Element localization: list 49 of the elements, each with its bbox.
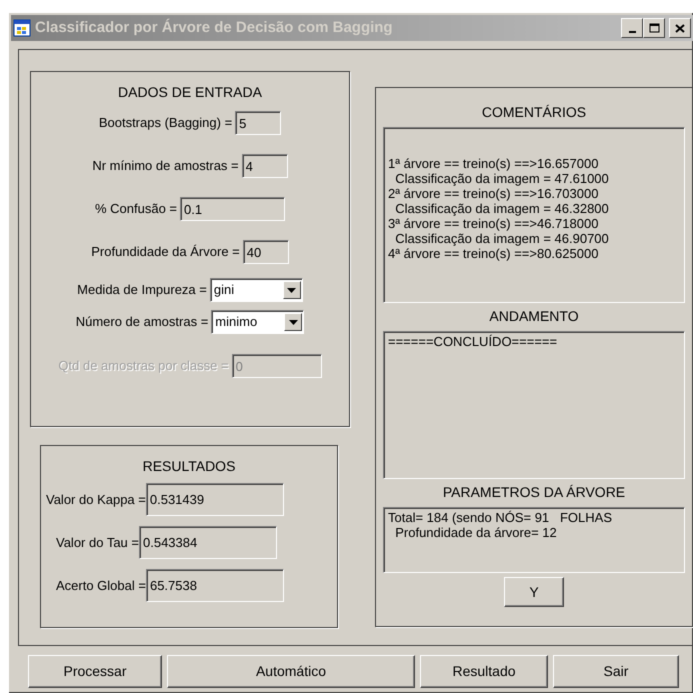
action-button[interactable]: Automático	[167, 655, 415, 688]
group-title: DADOS DE ENTRADA	[118, 83, 262, 102]
action-button[interactable]: Processar	[28, 655, 162, 688]
text-line: ======CONCLUÍDO======	[388, 334, 558, 349]
input-field[interactable]: 4	[242, 154, 288, 178]
text-line: 4ª árvore == treino(s) ==>80.625000	[388, 246, 600, 261]
field-label: Número de amostras =	[76, 313, 208, 332]
field-label: Valor do Kappa =	[46, 490, 146, 509]
field-label: Valor do Tau =	[56, 534, 139, 552]
output-field[interactable]: 0.543384	[139, 526, 277, 559]
input-field[interactable]: 5	[235, 111, 282, 135]
field-label: Bootstraps (Bagging) =	[98, 114, 232, 132]
output-field[interactable]: 0.531439	[146, 483, 284, 516]
input-field[interactable]: 40	[242, 240, 289, 264]
field-label: Acerto Global =	[56, 576, 146, 595]
section-title: COMENTÁRIOS	[480, 103, 588, 122]
text-line: 3ª árvore == treino(s) ==>46.718000	[388, 216, 600, 231]
minimize-button[interactable]	[621, 18, 643, 38]
dropdown-value: minimo	[215, 313, 258, 332]
caret-icon	[288, 320, 298, 324]
field-label: Profundidade da Árvore =	[91, 243, 240, 262]
group-title: RESULTADOS	[142, 457, 236, 476]
maximize-icon	[648, 23, 660, 33]
section-title: ANDAMENTO	[488, 307, 580, 326]
text-line: 2ª árvore == treino(s) ==>16.703000	[388, 186, 600, 201]
text-line: Profundidade da árvore= 12	[394, 525, 558, 540]
close-button[interactable]	[669, 18, 691, 38]
dropdown-value: gini	[214, 281, 234, 300]
section-title: PARAMETROS DA ÁRVORE	[442, 483, 626, 502]
input-field[interactable]: 0.1	[180, 197, 286, 221]
caret-icon	[287, 288, 296, 292]
close-icon	[675, 24, 685, 32]
dropdown[interactable]: minimo	[211, 310, 304, 334]
text-line: Classificação da imagem = 46.32800	[394, 201, 610, 216]
minimize-icon	[628, 31, 636, 33]
action-button[interactable]: Resultado	[420, 655, 548, 688]
maximize-button[interactable]	[643, 18, 665, 38]
text-line: 1ª árvore == treino(s) ==>16.657000	[388, 156, 600, 171]
dropdown[interactable]: gini	[210, 278, 303, 302]
text-line: Classificação da imagem = 47.61000	[394, 171, 610, 186]
output-field[interactable]: 65.7538	[146, 569, 284, 602]
field-label: % Confusão =	[94, 200, 178, 218]
y-button[interactable]: Y	[504, 577, 564, 607]
text-line: Classificação da imagem = 46.90700	[394, 231, 610, 246]
action-button[interactable]: Sair	[553, 655, 679, 688]
text-line: Total= 184 (sendo NÓS= 91 FOLHAS	[388, 510, 614, 525]
field-label: Medida de Impureza =	[77, 281, 207, 300]
app-icon	[13, 19, 31, 37]
field-label: Nr mínimo de amostras =	[92, 157, 239, 176]
